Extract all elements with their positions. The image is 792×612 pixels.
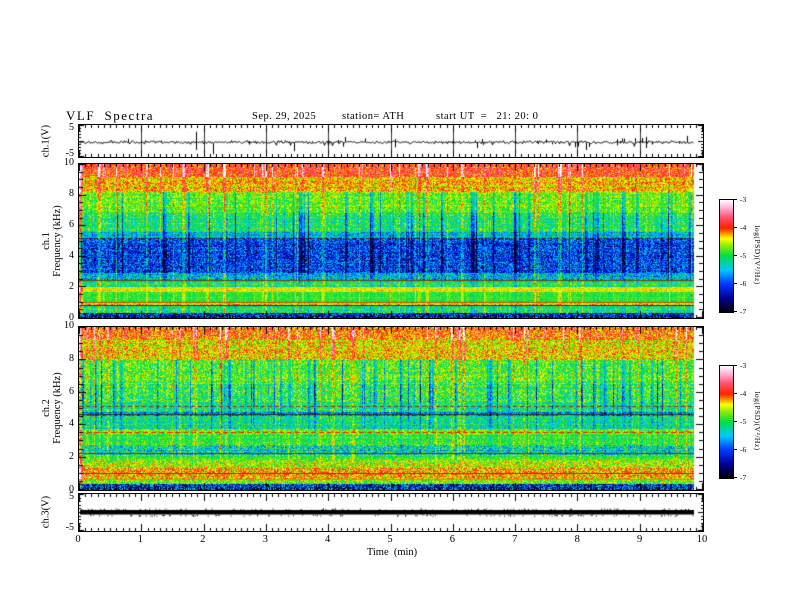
freq-tick-label-ch1: 4 <box>69 250 74 261</box>
time-tick-label: 6 <box>449 534 456 545</box>
ch1-frequency-axis-label: ch.1 Frequency (kHz) <box>41 205 63 276</box>
colorbar-ch2-label: log(PSD)(V²/Hz) <box>753 391 762 451</box>
colorbar-tick <box>733 227 737 228</box>
ch1-waveform-panel <box>78 124 704 158</box>
time-tick-label: 7 <box>512 534 518 545</box>
colorbar-tick <box>733 199 737 200</box>
station-label: station= ATH <box>342 111 405 122</box>
freq-tick-label-ch2: 4 <box>69 418 74 430</box>
colorbar-tick-label-cb1: -6 <box>740 279 747 288</box>
colorbar-tick-label-cb1: -5 <box>740 251 747 260</box>
colorbar-tick-label-cb1: -4 <box>740 223 747 232</box>
time-axis-label: Time (min) <box>366 547 418 558</box>
freq-tick-label-ch2: 10 <box>64 320 74 331</box>
ch1-label-line1: ch.1 <box>41 232 52 250</box>
ch2-frequency-axis-label: ch.2 Frequency (kHz) <box>41 372 63 443</box>
time-tick-label: 4 <box>324 534 331 545</box>
volt-tick-label-ch3: 5 <box>69 491 74 502</box>
colorbar-tick <box>733 283 737 284</box>
time-tick-label: 10 <box>696 534 708 545</box>
colorbar-tick-label-cb2: -7 <box>740 473 747 482</box>
ch2-spectrogram-panel <box>78 326 704 491</box>
page-title: VLF Spectra <box>66 108 155 123</box>
time-tick-label: 5 <box>387 534 393 545</box>
colorbar-ch1-label: log(PSD)(V²/Hz) <box>753 225 762 285</box>
ch1-waveform-canvas <box>79 125 703 157</box>
ch1-spectrogram-panel <box>78 163 704 319</box>
colorbar-tick <box>733 393 737 394</box>
colorbar-tick <box>733 311 737 312</box>
colorbar-ch1 <box>719 199 734 313</box>
time-tick-label: 3 <box>262 534 268 545</box>
ch1-label-line2: Frequency (kHz) <box>52 205 63 277</box>
ch1-spectrogram-canvas <box>79 164 703 318</box>
colorbar-tick <box>733 365 737 366</box>
freq-tick-label-ch1: 8 <box>69 188 74 199</box>
freq-tick-label-ch1: 2 <box>69 281 74 292</box>
volt-tick-label-ch1: -5 <box>65 148 74 159</box>
colorbar-tick-label-cb2: -5 <box>740 417 747 426</box>
volt-tick-label-ch1: 5 <box>69 122 74 133</box>
vlf-spectra-figure: VLF Spectra Sep. 29, 2025 station= ATH s… <box>0 0 792 612</box>
ch2-label-line1: ch.2 <box>41 399 52 417</box>
time-tick-label: 9 <box>636 534 643 545</box>
time-tick-label: 0 <box>75 534 81 545</box>
colorbar-tick <box>733 477 737 478</box>
colorbar-tick-label-cb2: -4 <box>740 389 747 398</box>
colorbar-tick <box>733 421 737 422</box>
freq-tick-label-ch2: 8 <box>69 352 74 364</box>
ch3-waveform-canvas <box>79 494 703 531</box>
colorbar-tick-label-cb1: -7 <box>740 307 747 316</box>
colorbar-tick-label-cb2: -6 <box>740 445 747 454</box>
ch2-label-line2: Frequency (kHz) <box>52 372 63 444</box>
freq-tick-label-ch1: 6 <box>69 219 74 230</box>
ch2-spectrogram-canvas <box>79 327 703 490</box>
colorbar-tick <box>733 255 737 256</box>
freq-tick-label-ch2: 2 <box>69 451 74 463</box>
date-label: Sep. 29, 2025 <box>252 111 317 122</box>
ch3-waveform-panel <box>78 493 704 532</box>
colorbar-ch2 <box>719 365 734 479</box>
colorbar-tick-label-cb2: -3 <box>740 361 747 370</box>
time-tick-label: 8 <box>574 534 580 545</box>
colorbar-tick-label-cb1: -3 <box>740 195 747 204</box>
time-tick-label: 1 <box>137 534 144 545</box>
start-ut-label: start UT = 21: 20: 0 <box>436 111 539 122</box>
freq-tick-label-ch2: 6 <box>69 385 74 397</box>
volt-tick-label-ch3: -5 <box>65 522 74 533</box>
time-tick-label: 2 <box>200 534 206 545</box>
colorbar-tick <box>733 449 737 450</box>
